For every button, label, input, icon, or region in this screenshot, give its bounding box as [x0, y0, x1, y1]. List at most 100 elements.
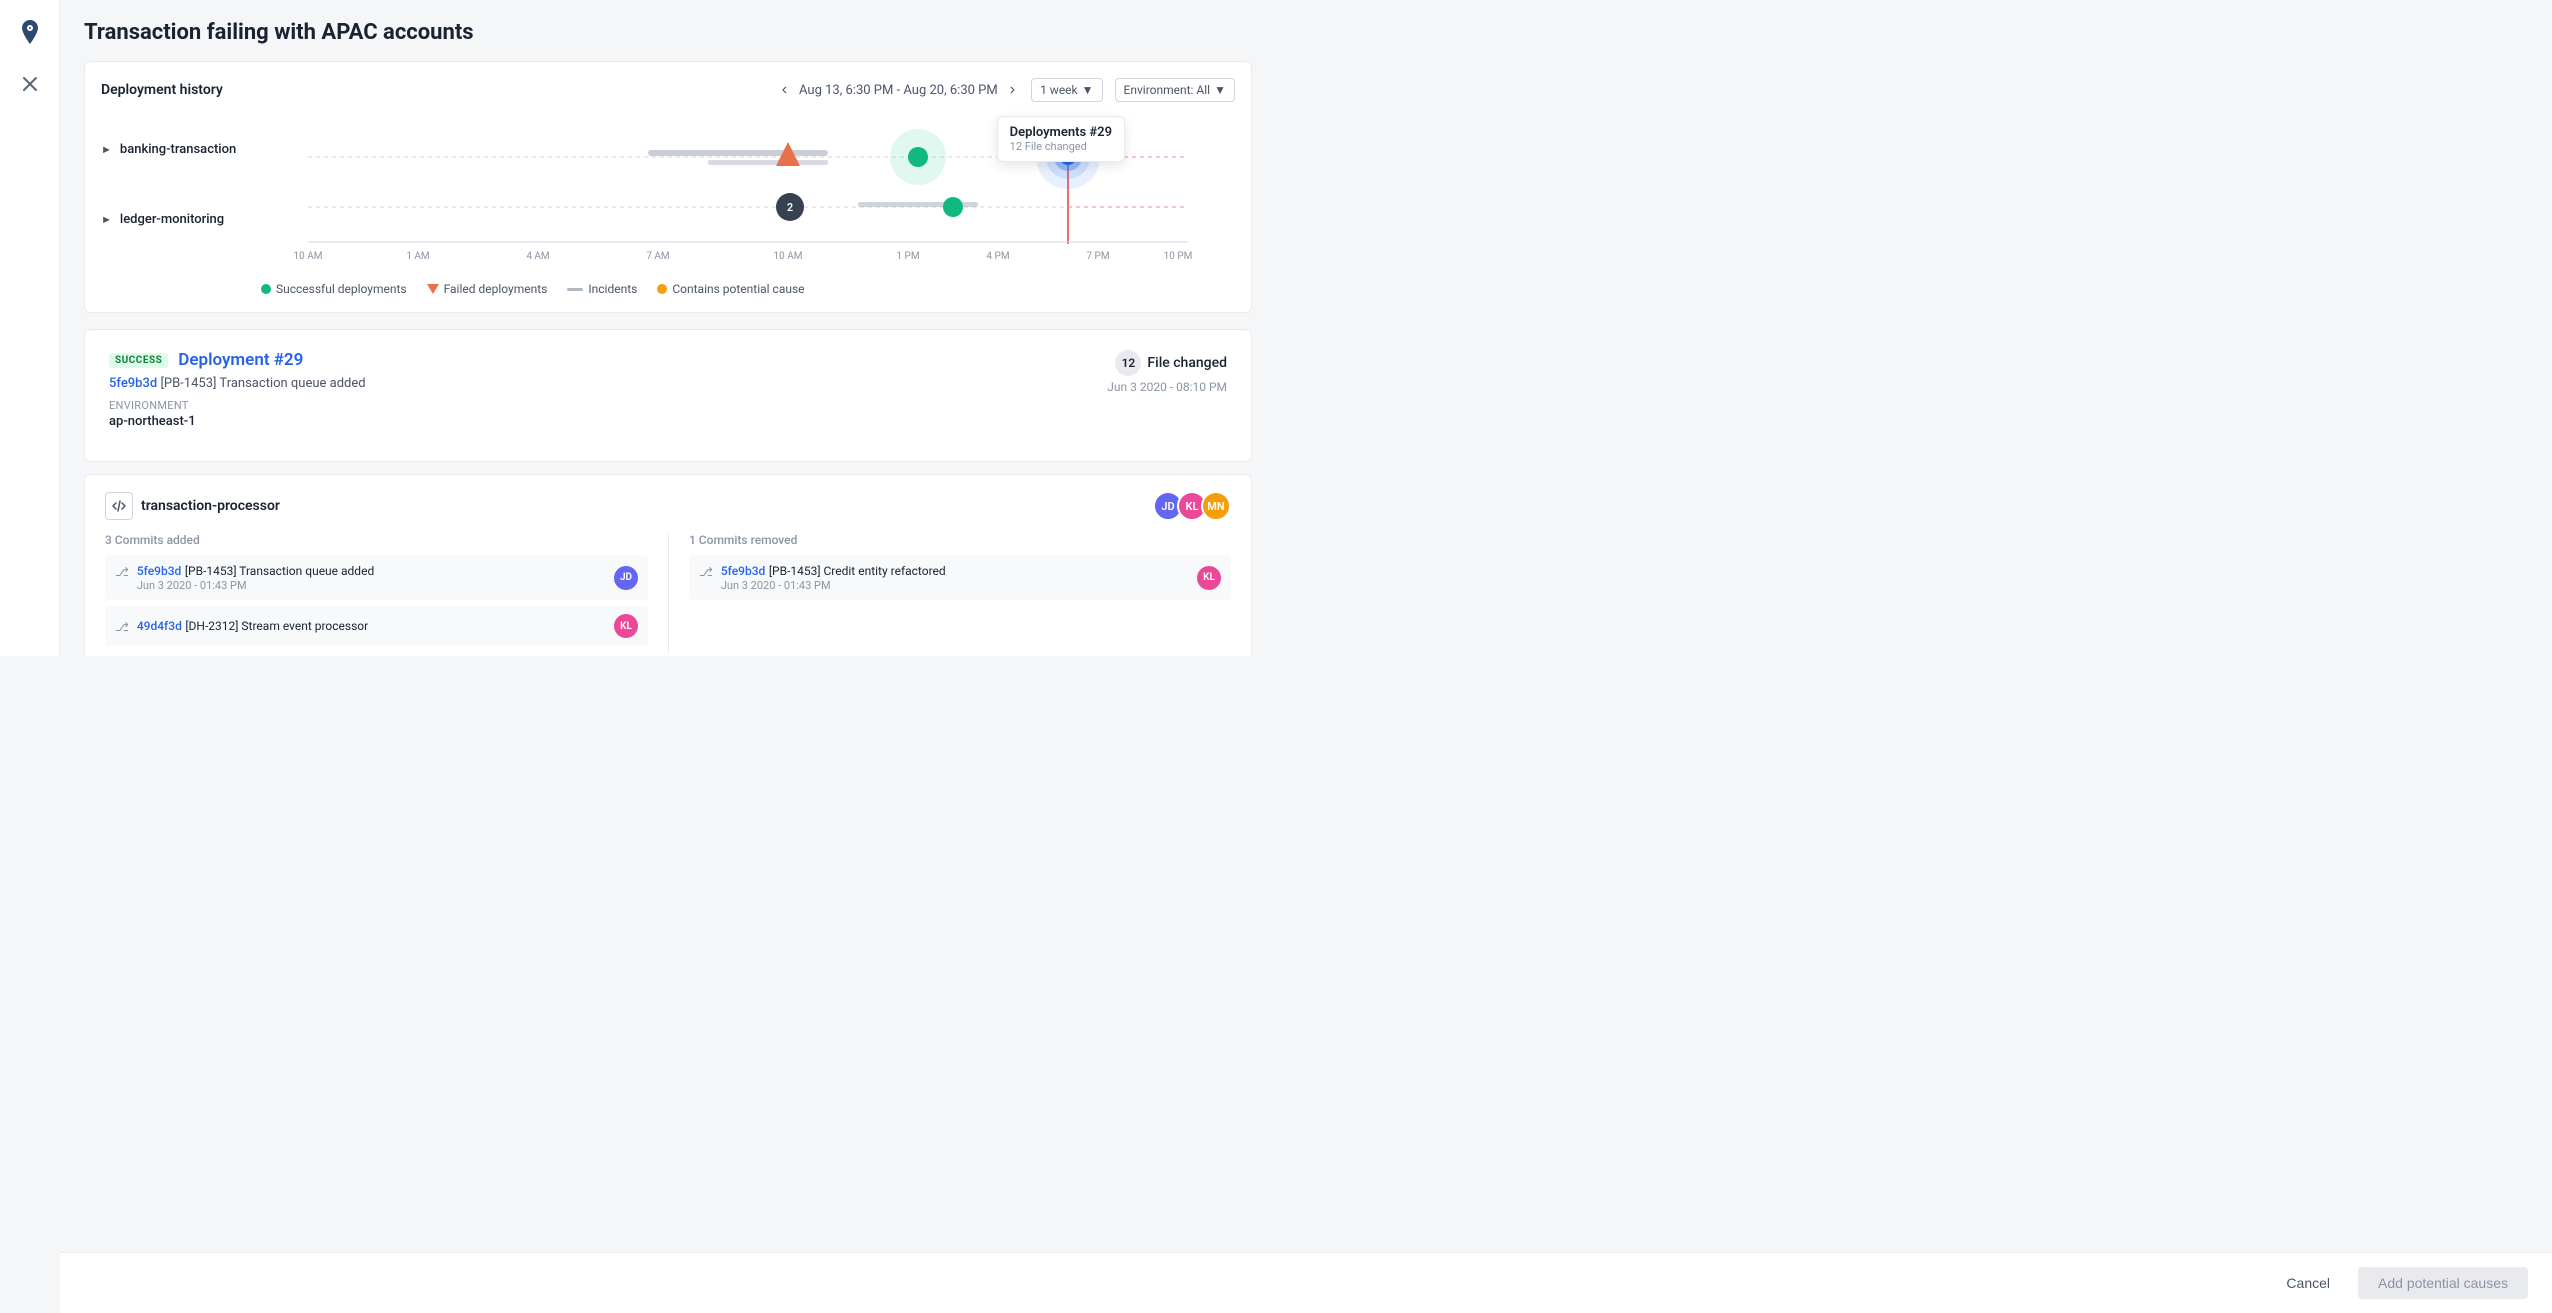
legend-successful: Successful deployments: [261, 282, 407, 296]
deployment-history-section: Deployment history ‹ Aug 13, 6:30 PM - A…: [84, 61, 1252, 313]
commit-hash-link-2[interactable]: 49d4f3d: [137, 619, 182, 633]
commit-date-removed-1: Jun 3 2020 - 01:43 PM: [721, 579, 946, 592]
prev-date-button[interactable]: ‹: [778, 81, 791, 99]
deployment-card-right: 12 File changed Jun 3 2020 - 08:10 PM: [1107, 350, 1227, 394]
tooltip-subtitle: 12 File changed: [1010, 140, 1112, 153]
deployment-history-title: Deployment history: [101, 82, 223, 98]
next-date-button[interactable]: ›: [1006, 81, 1019, 99]
service-name-banking: banking-transaction: [120, 142, 236, 157]
service-row-banking[interactable]: ► banking-transaction: [101, 124, 261, 174]
status-badge: SUCCESS: [109, 353, 168, 368]
commit-details-removed-1: 5fe9b3d [PB-1453] Credit entity refactor…: [721, 563, 946, 592]
file-count: 12: [1115, 350, 1141, 376]
chevron-down-icon-env: ▼: [1214, 83, 1226, 97]
deployment-commit: 5fe9b3d [PB-1453] Transaction queue adde…: [109, 376, 366, 391]
commits-removed-column: 1 Commits removed ⎇ 5fe9b3d [PB-1453] Cr…: [668, 533, 1231, 652]
commit-avatar-removed-1: KL: [1197, 566, 1221, 590]
main-content: Transaction failing with APAC accounts D…: [60, 0, 1276, 656]
commit-hash: 5fe9b3d: [109, 376, 157, 391]
chart-legend: Successful deployments Failed deployment…: [101, 282, 1235, 296]
svg-text:7 PM: 7 PM: [1086, 251, 1109, 262]
commit-msg-2: [DH-2312] Stream event processor: [185, 619, 368, 633]
failed-triangle: [427, 284, 439, 294]
commit-row-removed-1: ⎇ 5fe9b3d [PB-1453] Credit entity refact…: [689, 555, 1231, 600]
successful-label: Successful deployments: [276, 282, 407, 296]
successful-dot: [261, 284, 271, 294]
commit-row-added-2: ⎇ 49d4f3d [DH-2312] Stream event process…: [105, 606, 648, 646]
legend-failed: Failed deployments: [427, 282, 548, 296]
location-pin-icon[interactable]: [14, 16, 46, 48]
git-commit-icon-removed-1: ⎇: [699, 565, 713, 579]
sidebar: [0, 0, 60, 656]
incidents-label: Incidents: [588, 282, 637, 296]
environment-label: Environment: [109, 399, 366, 412]
git-commit-icon-1: ⎇: [115, 565, 129, 579]
commit-avatar-2: KL: [614, 614, 638, 638]
deployment-heading: SUCCESS Deployment #29: [109, 350, 366, 370]
commit-details-1: 5fe9b3d [PB-1453] Transaction queue adde…: [137, 563, 374, 592]
time-window-dropdown[interactable]: 1 week ▼: [1031, 78, 1102, 102]
commits-removed-title: 1 Commits removed: [689, 533, 1231, 547]
svg-text:10 AM: 10 AM: [774, 251, 803, 262]
commit-info-1: ⎇ 5fe9b3d [PB-1453] Transaction queue ad…: [115, 563, 374, 592]
commits-grid: 3 Commits added ⎇ 5fe9b3d [PB-1453] Tran…: [105, 533, 1231, 652]
service-card: transaction-processor JD KL MN 3 Commits…: [84, 474, 1252, 656]
deployment-date: Jun 3 2020 - 08:10 PM: [1107, 380, 1227, 394]
chevron-right-icon-2: ►: [101, 213, 112, 226]
service-card-header: transaction-processor JD KL MN: [105, 491, 1231, 521]
incidents-dash: [567, 288, 583, 291]
git-commit-icon-2: ⎇: [115, 620, 129, 634]
chevron-right-icon: ►: [101, 143, 112, 156]
contributor-avatars: JD KL MN: [1153, 491, 1231, 521]
service-code-icon: [105, 492, 133, 520]
failed-label: Failed deployments: [444, 282, 548, 296]
file-changed-label: File changed: [1147, 355, 1227, 371]
svg-text:1 PM: 1 PM: [896, 251, 919, 262]
commit-row-added-1: ⎇ 5fe9b3d [PB-1453] Transaction queue ad…: [105, 555, 648, 600]
commit-msg-removed-1: [PB-1453] Credit entity refactored: [769, 564, 946, 578]
service-name-ledger: ledger-monitoring: [120, 212, 224, 227]
service-row-ledger[interactable]: ► ledger-monitoring: [101, 194, 261, 244]
commit-hash-link-1[interactable]: 5fe9b3d: [137, 564, 182, 578]
legend-potential-cause: Contains potential cause: [657, 282, 804, 296]
commits-added-title: 3 Commits added: [105, 533, 648, 547]
service-name-header: transaction-processor: [105, 492, 280, 520]
avatar-3: MN: [1201, 491, 1231, 521]
dh-controls: ‹ Aug 13, 6:30 PM - Aug 20, 6:30 PM › 1 …: [778, 78, 1235, 102]
file-changed-badge: 12 File changed: [1107, 350, 1227, 376]
svg-text:1 AM: 1 AM: [406, 251, 429, 262]
date-range: Aug 13, 6:30 PM - Aug 20, 6:30 PM: [799, 83, 998, 98]
commit-avatar-1: JD: [614, 566, 638, 590]
date-nav: ‹ Aug 13, 6:30 PM - Aug 20, 6:30 PM ›: [778, 81, 1019, 99]
svg-text:10 PM: 10 PM: [1164, 251, 1193, 262]
deployment-detail-card: SUCCESS Deployment #29 5fe9b3d [PB-1453]…: [84, 329, 1252, 462]
tooltip-title: Deployments #29: [1010, 125, 1112, 140]
commits-added-column: 3 Commits added ⎇ 5fe9b3d [PB-1453] Tran…: [105, 533, 668, 652]
page-title: Transaction failing with APAC accounts: [84, 20, 1252, 45]
service-label: transaction-processor: [141, 498, 280, 514]
commit-date-1: Jun 3 2020 - 01:43 PM: [137, 579, 374, 592]
legend-incidents: Incidents: [567, 282, 637, 296]
close-icon[interactable]: [14, 68, 46, 100]
svg-text:10 AM: 10 AM: [294, 251, 323, 262]
svg-text:4 AM: 4 AM: [526, 251, 549, 262]
svg-text:2: 2: [787, 201, 793, 214]
cancel-button[interactable]: Cancel: [2270, 1267, 2346, 1299]
commit-info-removed-1: ⎇ 5fe9b3d [PB-1453] Credit entity refact…: [699, 563, 946, 592]
chevron-down-icon: ▼: [1082, 83, 1094, 97]
potential-cause-label: Contains potential cause: [672, 282, 804, 296]
footer: Cancel Add potential causes: [60, 1252, 2552, 1313]
svg-text:7 AM: 7 AM: [646, 251, 669, 262]
commit-details-2: 49d4f3d [DH-2312] Stream event processor: [137, 618, 368, 634]
add-potential-causes-button[interactable]: Add potential causes: [2358, 1267, 2528, 1299]
environment-dropdown[interactable]: Environment: All ▼: [1115, 78, 1235, 102]
deployment-tooltip: Deployments #29 12 File changed: [997, 116, 1125, 162]
commit-info-2: ⎇ 49d4f3d [DH-2312] Stream event process…: [115, 618, 368, 634]
deployment-name[interactable]: Deployment #29: [178, 350, 303, 370]
svg-text:4 PM: 4 PM: [986, 251, 1009, 262]
potential-cause-dot: [657, 284, 667, 294]
deployment-card-left: SUCCESS Deployment #29 5fe9b3d [PB-1453]…: [109, 350, 366, 429]
commit-hash-link-removed-1[interactable]: 5fe9b3d: [721, 564, 766, 578]
environment-value: ap-northeast-1: [109, 414, 366, 429]
commit-msg-1: [PB-1453] Transaction queue added: [185, 564, 374, 578]
